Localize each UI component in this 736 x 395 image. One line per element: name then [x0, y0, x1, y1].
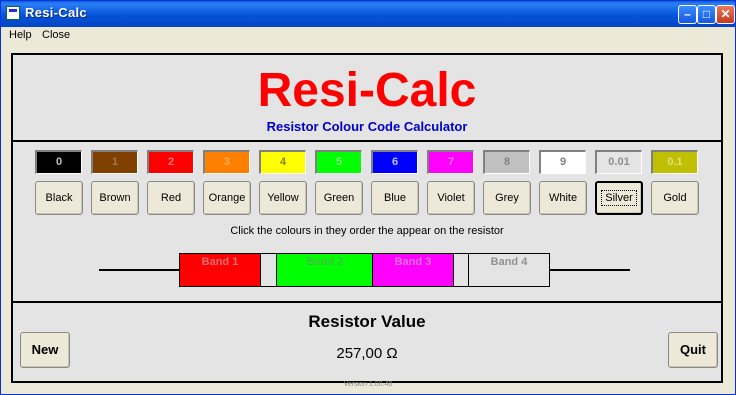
swatch-white: 9 — [539, 150, 586, 174]
colour-button-label: Gold — [663, 192, 687, 204]
colour-picker-panel: 0 1 2 3 4 5 6 7 8 9 0.01 0.1 Black Brown Red Orange Yel… — [11, 140, 723, 303]
header-panel: Resi-Calc Resistor Colour Code Calculato… — [11, 53, 723, 142]
swatch-black: 0 — [35, 150, 82, 174]
swatch-violet: 7 — [427, 150, 474, 174]
menu-bar: Help Close — [1, 27, 735, 45]
colour-button-label: Yellow — [267, 192, 299, 204]
resistor-body-gap — [453, 253, 469, 287]
swatch-red: 2 — [147, 150, 194, 174]
swatch-blue: 6 — [371, 150, 418, 174]
colour-button-yellow[interactable]: Yellow — [259, 181, 307, 215]
colour-button-blue[interactable]: Blue — [371, 181, 419, 215]
resistor-lead-right — [548, 269, 630, 271]
maximize-button[interactable]: □ — [697, 5, 716, 24]
close-window-button[interactable]: ✕ — [716, 5, 735, 24]
colour-button-label: Orange — [208, 192, 246, 204]
app-icon — [6, 6, 20, 20]
colour-button-label: White — [548, 192, 578, 204]
menu-help[interactable]: Help — [9, 29, 32, 41]
result-value: 257,00 Ω — [336, 345, 398, 362]
result-title: Resistor Value — [308, 312, 426, 331]
swatch-orange: 3 — [203, 150, 250, 174]
colour-button-orange[interactable]: Orange — [203, 181, 251, 215]
new-button[interactable]: New — [20, 332, 70, 368]
colour-button-brown[interactable]: Brown — [91, 181, 139, 215]
colour-button-label: Brown — [99, 192, 131, 204]
result-panel: Resistor Value 257,00 Ω New Quit — [11, 301, 723, 383]
resistor-band-1[interactable]: Band 1 — [179, 253, 261, 287]
app-logo-title: Resi-Calc — [257, 64, 477, 117]
swatch-yellow: 4 — [259, 150, 306, 174]
colour-button-label: Blue — [383, 192, 407, 204]
resistor-body-gap — [260, 253, 277, 287]
app-window: Resi-Calc – □ ✕ Help Close Resi-Calc Res… — [0, 0, 736, 395]
resistor-band-4[interactable]: Band 4 — [468, 253, 550, 287]
colour-button-label: Black — [45, 192, 73, 204]
resistor-band-3[interactable]: Band 3 — [372, 253, 454, 287]
swatch-gold: 0.1 — [651, 150, 698, 174]
resistor-band-2[interactable]: Band 2 — [276, 253, 374, 287]
resistor-lead-left — [99, 269, 189, 271]
colour-button-label: Red — [160, 192, 182, 204]
menu-close[interactable]: Close — [42, 29, 70, 41]
colour-button-label: Green — [323, 192, 355, 204]
swatch-grey: 8 — [483, 150, 530, 174]
swatch-brown: 1 — [91, 150, 138, 174]
title-bar[interactable]: Resi-Calc – □ ✕ — [1, 1, 735, 27]
app-subtitle: Resistor Colour Code Calculator — [266, 119, 468, 134]
colour-button-green[interactable]: Green — [315, 181, 363, 215]
colour-button-black[interactable]: Black — [35, 181, 83, 215]
quit-button[interactable]: Quit — [668, 332, 718, 368]
colour-button-white[interactable]: White — [539, 181, 587, 215]
minimize-button[interactable]: – — [678, 5, 697, 24]
window-title: Resi-Calc — [25, 5, 87, 20]
colour-button-label: Violet — [437, 192, 465, 204]
swatch-green: 5 — [315, 150, 362, 174]
colour-button-red[interactable]: Red — [147, 181, 195, 215]
colour-button-grey[interactable]: Grey — [483, 181, 531, 215]
colour-button-label: Silver — [601, 190, 637, 206]
instruction-text: Click the colours in they order the appe… — [230, 225, 504, 237]
colour-button-label: Grey — [495, 192, 519, 204]
colour-button-gold[interactable]: Gold — [651, 181, 699, 215]
swatch-silver: 0.01 — [595, 150, 642, 174]
version-label: Version 1.00.40 — [343, 381, 393, 388]
colour-button-silver[interactable]: Silver — [595, 181, 643, 215]
colour-button-violet[interactable]: Violet — [427, 181, 475, 215]
